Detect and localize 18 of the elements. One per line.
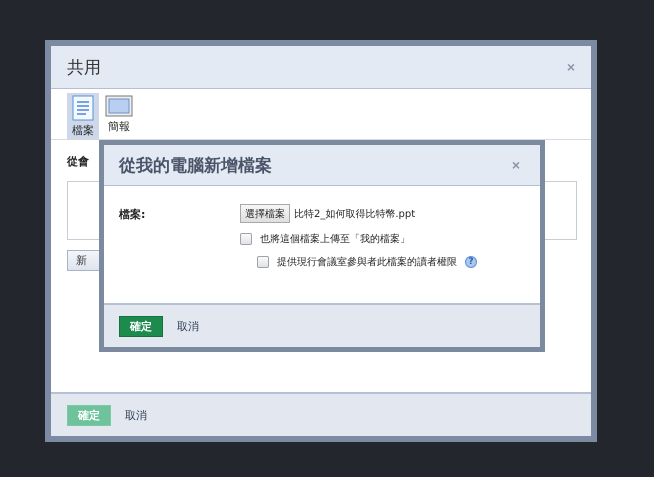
cancel-link[interactable]: 取消	[177, 318, 199, 334]
help-icon[interactable]: ?	[465, 256, 477, 268]
checkbox[interactable]	[257, 256, 269, 268]
file-name: 比特2_如何取得比特幣.ppt	[294, 208, 416, 220]
slide-icon	[105, 95, 133, 117]
upload-dialog-title: 從我的電腦新增檔案	[119, 154, 272, 176]
dialog-title: 共用	[67, 56, 101, 78]
ok-button[interactable]: 確定	[119, 316, 163, 336]
file-type-tab[interactable]: 檔案	[67, 93, 99, 139]
section-label: 從會	[67, 154, 89, 169]
cancel-link[interactable]: 取消	[125, 408, 147, 422]
document-icon	[72, 95, 94, 121]
checkbox[interactable]	[240, 233, 252, 245]
choose-file-button[interactable]: 選擇檔案	[240, 204, 290, 223]
checkbox-label: 也將這個檔案上傳至「我的檔案」	[260, 232, 410, 246]
checkbox-label: 提供現行會議室參與者此檔案的讀者權限	[277, 256, 457, 269]
file-type-tab[interactable]: 簡報	[103, 93, 135, 139]
file-label: 檔案:	[119, 207, 146, 223]
